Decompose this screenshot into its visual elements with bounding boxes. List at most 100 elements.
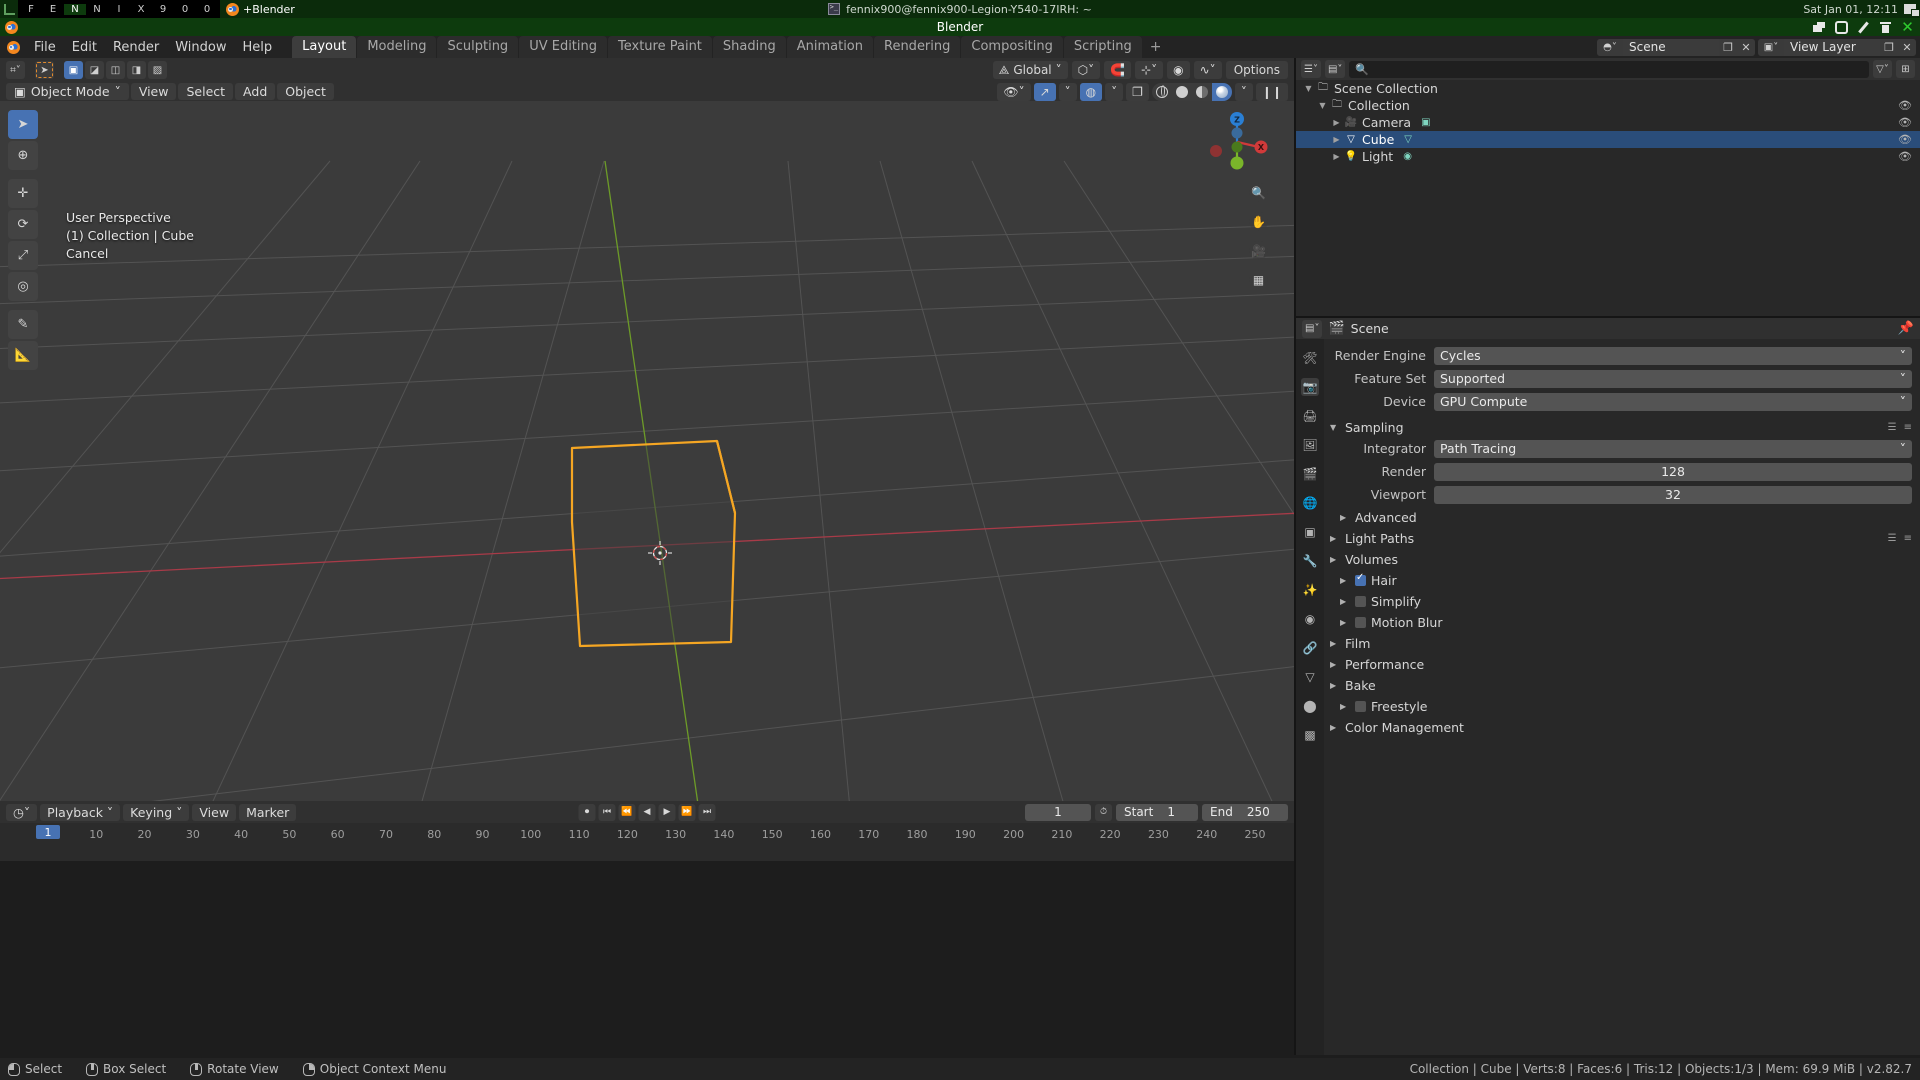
outliner-display-mode-icon[interactable]: ▤˅ bbox=[1324, 60, 1346, 78]
prev-keyframe-icon[interactable]: ⏪ bbox=[618, 803, 636, 821]
tool-tweak-icon[interactable]: ➤ bbox=[8, 110, 38, 139]
os-workspace-5[interactable]: I bbox=[108, 4, 130, 15]
device-dropdown[interactable]: GPU Compute ˅ bbox=[1434, 392, 1912, 411]
tab-rendering[interactable]: Rendering bbox=[874, 36, 961, 58]
overlays-dropdown[interactable]: ˅ bbox=[1105, 82, 1124, 101]
topbar-blender-menu[interactable] bbox=[0, 40, 26, 54]
play-icon[interactable]: ▶ bbox=[658, 803, 676, 821]
tab-view-layer[interactable]: 🖼 bbox=[1301, 436, 1319, 454]
viewport-menu-view[interactable]: View bbox=[130, 83, 177, 100]
outliner-row-collection[interactable]: ▼ 🗀 Collection 👁 bbox=[1296, 97, 1920, 114]
outliner-new-collection-icon[interactable]: ⊞ bbox=[1896, 60, 1915, 78]
panel-volumes[interactable]: ▶ Volumes bbox=[1330, 549, 1912, 570]
properties-editor-type-icon[interactable]: ▤˅ bbox=[1302, 319, 1323, 338]
panel-performance[interactable]: ▶ Performance bbox=[1330, 654, 1912, 675]
shading-mode-group[interactable] bbox=[1151, 82, 1232, 101]
panel-checkbox[interactable] bbox=[1355, 617, 1366, 628]
view-layer-selector[interactable]: ▣˅ View Layer ❐ ✕ bbox=[1758, 38, 1916, 56]
panel-preset-icons[interactable]: ☰ ≡ bbox=[1888, 533, 1912, 544]
tab-modifiers[interactable]: 🔧 bbox=[1301, 552, 1319, 570]
render-engine-dropdown[interactable]: Cycles ˅ bbox=[1434, 346, 1912, 365]
panel-freestyle[interactable]: ▶ Freestyle bbox=[1330, 696, 1912, 717]
add-workspace-button[interactable]: + bbox=[1143, 36, 1169, 58]
tab-uv-editing[interactable]: UV Editing bbox=[519, 36, 608, 58]
play-reverse-icon[interactable]: ◀ bbox=[638, 803, 656, 821]
disclosure-triangle-icon[interactable]: ▶ bbox=[1330, 118, 1343, 127]
preset-list-icon[interactable]: ☰ bbox=[1888, 533, 1897, 544]
overlays-toggle[interactable]: ◍ bbox=[1079, 82, 1103, 101]
next-keyframe-icon[interactable]: ⏩ bbox=[678, 803, 696, 821]
viewport-pause-icon[interactable]: ❙❙ bbox=[1255, 82, 1288, 101]
auto-key-icon[interactable]: ⏱ bbox=[1095, 803, 1112, 821]
gizmo-toggle[interactable]: ↗ bbox=[1033, 82, 1056, 101]
tab-particles[interactable]: ✨ bbox=[1301, 581, 1319, 599]
timeline-menu-marker[interactable]: Marker bbox=[239, 803, 297, 821]
panel-motion-blur[interactable]: ▶ Motion Blur bbox=[1330, 612, 1912, 633]
pin-icon[interactable]: 📌 bbox=[1898, 321, 1914, 336]
outliner-row-camera[interactable]: ▶ 🎥 Camera ▣ 👁 bbox=[1296, 114, 1920, 131]
tab-object[interactable]: ▣ bbox=[1301, 523, 1319, 541]
tweak-tool-icon[interactable]: ➤ bbox=[35, 61, 54, 79]
os-workspace-7[interactable]: 9 bbox=[152, 4, 174, 15]
cube-object[interactable] bbox=[0, 101, 1294, 801]
panel-checkbox[interactable] bbox=[1355, 572, 1366, 586]
scene-selector[interactable]: ◓˅ Scene ❐ ✕ bbox=[1597, 38, 1755, 56]
os-show-desktop-icon[interactable] bbox=[1904, 4, 1919, 16]
panel-checkbox[interactable] bbox=[1355, 596, 1366, 607]
tab-scene[interactable]: 🎬 bbox=[1301, 465, 1319, 483]
vertical-splitter[interactable] bbox=[1294, 58, 1296, 1055]
visibility-eye-icon[interactable]: 👁 bbox=[1898, 150, 1912, 163]
os-workspace-9[interactable]: 0 bbox=[196, 4, 218, 15]
toggle-ortho-icon[interactable]: ▦ bbox=[1249, 270, 1268, 289]
select-mode-group[interactable]: ▣ ◪ ◫ ◨ ▨ bbox=[64, 61, 167, 79]
tab-shading[interactable]: Shading bbox=[712, 36, 786, 58]
snap-pivot-dropdown[interactable]: ⬡˅ bbox=[1071, 61, 1101, 79]
menu-file[interactable]: File bbox=[26, 38, 64, 57]
menu-edit[interactable]: Edit bbox=[64, 38, 105, 57]
os-workspace-8[interactable]: 0 bbox=[174, 4, 196, 15]
3d-viewport[interactable]: ➤ ⊕ ✛ ⟳ ⤢ ◎ ✎ 📐 User Perspective (1) Col… bbox=[0, 101, 1294, 801]
panel-light-paths[interactable]: ▶ Light Paths ☰ ≡ bbox=[1330, 528, 1912, 549]
timeline-menu-playback[interactable]: Playback ˅ bbox=[40, 803, 121, 821]
os-workspace-1[interactable]: F bbox=[20, 4, 42, 15]
view-layer-new-icon[interactable]: ❐ bbox=[1880, 38, 1898, 56]
os-workspace-3[interactable]: N bbox=[64, 3, 86, 15]
shading-dropdown[interactable]: ˅ bbox=[1234, 82, 1253, 101]
panel-hair[interactable]: ▶ Hair bbox=[1330, 570, 1912, 591]
tool-move-icon[interactable]: ✛ bbox=[8, 179, 38, 208]
outliner-search-input[interactable]: 🔍 bbox=[1349, 60, 1869, 78]
panel-simplify[interactable]: ▶ Simplify bbox=[1330, 591, 1912, 612]
preset-menu-icon[interactable]: ≡ bbox=[1904, 533, 1912, 544]
tab-compositing[interactable]: Compositing bbox=[961, 36, 1063, 58]
window-pin-icon[interactable] bbox=[1857, 21, 1870, 34]
record-icon[interactable]: ⏺ bbox=[578, 803, 596, 821]
window-maximize-icon[interactable] bbox=[1879, 21, 1892, 34]
tab-material[interactable]: ⬤ bbox=[1301, 697, 1319, 715]
os-workspace-6[interactable]: X bbox=[130, 4, 152, 15]
select-box-icon[interactable]: ▣ bbox=[64, 61, 83, 79]
menu-render[interactable]: Render bbox=[105, 38, 167, 57]
pan-hand-icon[interactable]: ✋ bbox=[1249, 212, 1268, 231]
outliner-editor-type-icon[interactable]: ☰˅ bbox=[1301, 60, 1321, 78]
select-extend-icon[interactable]: ◪ bbox=[85, 61, 104, 79]
panel-checkbox[interactable] bbox=[1355, 701, 1366, 712]
window-move-icon[interactable] bbox=[1835, 20, 1848, 34]
sampling-panel-header[interactable]: ▼ Sampling ☰ ≡ bbox=[1330, 417, 1912, 438]
mode-dropdown[interactable]: ▣ Object Mode ˅ bbox=[6, 83, 129, 100]
tool-cursor-icon[interactable]: ⊕ bbox=[8, 141, 38, 170]
tab-sculpting[interactable]: Sculpting bbox=[437, 36, 519, 58]
camera-view-icon[interactable]: 🎥 bbox=[1249, 241, 1268, 260]
jump-start-icon[interactable]: ⏮ bbox=[598, 803, 616, 821]
object-data-icon[interactable]: ◉ bbox=[1403, 151, 1412, 162]
os-workspace-2[interactable]: E bbox=[42, 4, 64, 15]
integrator-dropdown[interactable]: Path Tracing ˅ bbox=[1434, 439, 1912, 458]
shading-wireframe-icon[interactable] bbox=[1152, 83, 1172, 101]
window-restore-icon[interactable] bbox=[1813, 21, 1826, 34]
editor-type-icon[interactable]: ⌗˅ bbox=[6, 61, 25, 79]
scene-new-icon[interactable]: ❐ bbox=[1719, 38, 1737, 56]
advanced-subpanel-header[interactable]: ▶ Advanced bbox=[1330, 507, 1912, 528]
tab-texture[interactable]: ▩ bbox=[1301, 726, 1319, 744]
visibility-eye-icon[interactable]: 👁 bbox=[1898, 99, 1912, 112]
window-close-icon[interactable]: ✕ bbox=[1901, 19, 1914, 34]
xray-toggle[interactable]: ❐ bbox=[1126, 82, 1149, 101]
